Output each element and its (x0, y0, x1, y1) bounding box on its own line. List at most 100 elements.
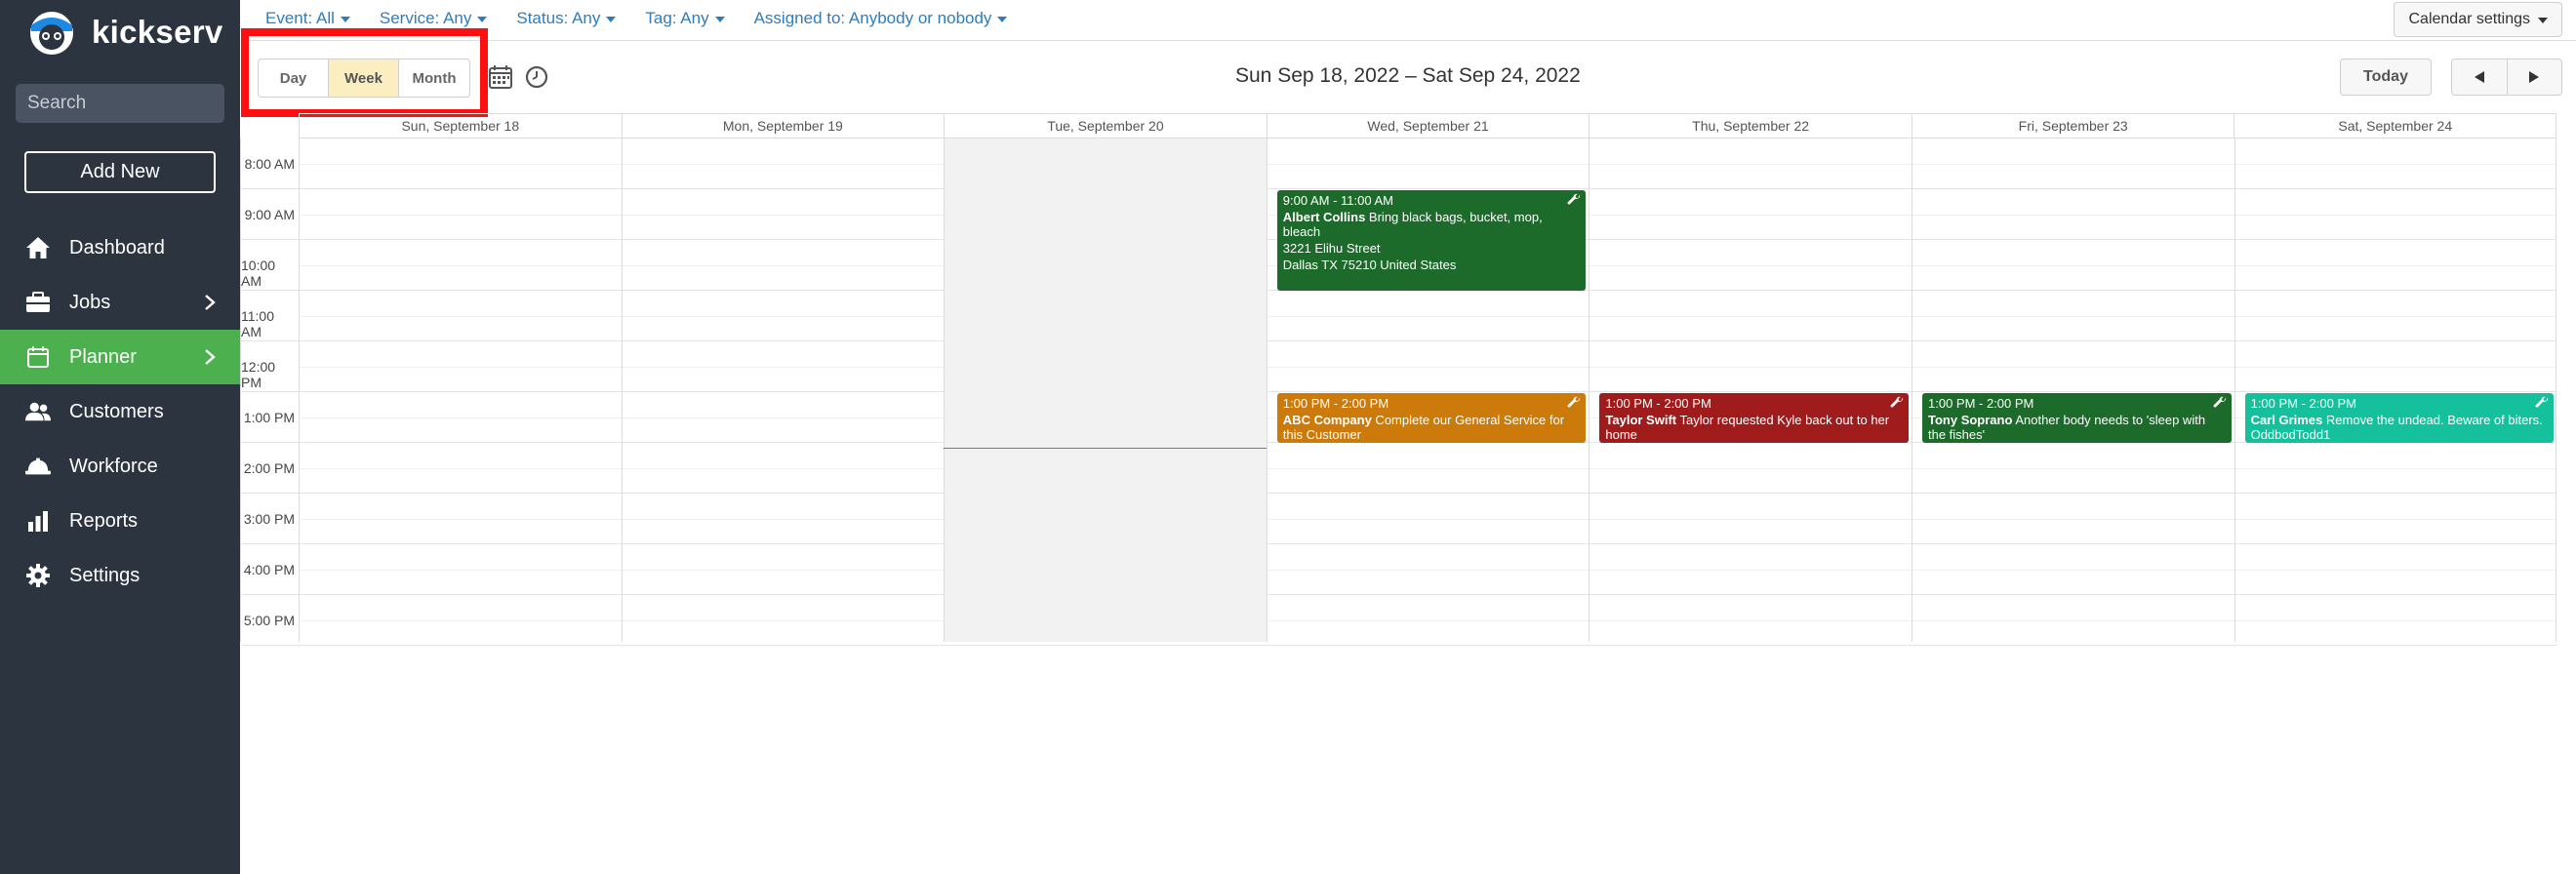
day-header-sat[interactable]: Sat, September 24 (2234, 114, 2557, 138)
sidebar-item-label: Settings (69, 564, 141, 586)
day-column[interactable] (944, 139, 1267, 642)
calendar-event[interactable]: 1:00 PM - 2:00 PM Taylor Swift Taylor req… (1599, 393, 1909, 443)
calendar-event[interactable]: 1:00 PM - 2:00 PM Carl Grimes Remove the … (2244, 393, 2555, 443)
time-slot: 10:00 AM (241, 240, 299, 291)
sidebar-item-label: Planner (69, 345, 137, 368)
sidebar-item-planner[interactable]: Planner (0, 330, 240, 384)
week-nav (2451, 59, 2562, 96)
wrench-icon (1890, 396, 1904, 408)
day-header-sun[interactable]: Sun, September 18 (299, 114, 622, 138)
today-button[interactable]: Today (2340, 59, 2432, 96)
time-slot: 3:00 PM (241, 494, 299, 544)
day-headers: Sun, September 18 Mon, September 19 Tue,… (299, 113, 2557, 139)
event-time: 1:00 PM - 2:00 PM (1928, 396, 2034, 411)
event-customer-name: Albert Collins (1282, 210, 1366, 224)
time-slot: 1:00 PM (241, 392, 299, 443)
day-column[interactable] (1912, 139, 2234, 642)
sidebar: kickserv Add New Dashboard Jobs (0, 0, 266, 874)
day-header-tue[interactable]: Tue, September 20 (944, 114, 1267, 138)
sidebar-item-label: Dashboard (69, 236, 165, 258)
event-description: Taylor Swift Taylor requested Kyle back … (1605, 413, 1903, 442)
sidebar-item-label: Reports (69, 509, 139, 532)
clock-icon[interactable] (524, 64, 549, 90)
hardhat-icon (25, 454, 51, 479)
calendar-body: 9:00 AM - 11:00 AM Albert Collins Bring b… (299, 139, 2557, 646)
filter-event-label: Event: All (265, 9, 335, 27)
event-customer-name: ABC Company (1282, 413, 1372, 427)
time-label: 2:00 PM (243, 460, 295, 476)
caret-down-icon (2538, 18, 2548, 23)
time-column: 8:00 AM 9:00 AM 10:00 AM 11:00 AM 12:00 … (240, 139, 299, 646)
day-column[interactable] (2234, 139, 2557, 642)
sidebar-item-customers[interactable]: Customers (0, 384, 240, 439)
time-label: 12:00 PM (241, 359, 276, 390)
kickserv-logo[interactable]: kickserv (25, 8, 223, 57)
sidebar-item-label: Jobs (69, 291, 111, 313)
day-header-thu[interactable]: Thu, September 22 (1589, 114, 1912, 138)
prev-week-button[interactable] (2452, 60, 2508, 95)
sidebar-item-workforce[interactable]: Workforce (0, 439, 240, 494)
view-week-button[interactable]: Week (329, 60, 399, 97)
day-column[interactable] (299, 139, 622, 642)
calendar-event[interactable]: 1:00 PM - 2:00 PM Tony Soprano Another bo… (1922, 393, 2232, 443)
caret-down-icon (340, 17, 350, 22)
briefcase-icon (25, 290, 51, 315)
caret-down-icon (606, 17, 617, 22)
calendar-grid-icon[interactable] (488, 64, 513, 90)
time-slot: 11:00 AM (241, 291, 299, 341)
sidebar-nav: Dashboard Jobs Planner Customers Workfor… (0, 220, 240, 603)
gear-icon (25, 563, 51, 588)
current-time-line (944, 448, 1267, 450)
next-week-button[interactable] (2508, 60, 2562, 95)
view-month-button[interactable]: Month (399, 60, 469, 97)
filter-service[interactable]: Service: Any (380, 9, 488, 28)
day-header-fri[interactable]: Fri, September 23 (1911, 114, 2234, 138)
time-slot: 8:00 AM (241, 139, 299, 189)
calendar-event[interactable]: 1:00 PM - 2:00 PM ABC Company Complete ou… (1276, 393, 1587, 443)
calendar-settings-button[interactable]: Calendar settings (2394, 2, 2562, 37)
app-name: kickserv (92, 14, 223, 50)
time-label: 10:00 AM (241, 258, 276, 289)
event-customer-name: Carl Grimes (2250, 413, 2323, 427)
chevron-right-icon (205, 349, 216, 365)
home-icon (25, 235, 51, 260)
view-day-button[interactable]: Day (259, 60, 329, 97)
sidebar-item-label: Customers (69, 400, 164, 422)
users-icon (25, 399, 51, 424)
event-address-line: 3221 Elihu Street (1282, 241, 1381, 256)
event-customer-name: Taylor Swift (1605, 413, 1677, 427)
filter-tag-label: Tag: Any (645, 9, 709, 27)
day-header-wed[interactable]: Wed, September 21 (1266, 114, 1590, 138)
time-slot: 2:00 PM (241, 443, 299, 494)
sidebar-item-reports[interactable]: Reports (0, 494, 240, 548)
search-box[interactable] (16, 84, 266, 123)
triangle-right-icon (2529, 71, 2540, 83)
filter-assigned-label: Assigned to: Anybody or nobody (753, 9, 992, 27)
day-column[interactable] (1589, 139, 1912, 642)
event-customer-name: Tony Soprano (1928, 413, 2013, 427)
calendar-event[interactable]: 9:00 AM - 11:00 AM Albert Collins Bring b… (1276, 190, 1587, 291)
sidebar-item-dashboard[interactable]: Dashboard (0, 220, 240, 275)
event-time: 1:00 PM - 2:00 PM (2250, 396, 2356, 411)
sidebar-item-settings[interactable]: Settings (0, 548, 240, 603)
filter-assigned[interactable]: Assigned to: Anybody or nobody (754, 9, 1008, 28)
caret-down-icon (477, 17, 488, 22)
search-input[interactable] (27, 93, 266, 114)
time-label: 4:00 PM (243, 562, 295, 577)
kickserv-logo-icon (30, 12, 73, 55)
day-column[interactable] (621, 139, 945, 642)
calendar-settings-label: Calendar settings (2408, 11, 2530, 27)
time-slot: 5:00 PM (241, 595, 299, 646)
bar-chart-icon (25, 508, 51, 534)
day-header-mon[interactable]: Mon, September 19 (621, 114, 945, 138)
filter-list: Event: All Service: Any Status: Any Tag:… (265, 9, 1008, 28)
filter-event[interactable]: Event: All (265, 9, 350, 28)
filter-tag[interactable]: Tag: Any (645, 9, 725, 28)
add-new-button[interactable]: Add New (24, 151, 216, 193)
event-time: 1:00 PM - 2:00 PM (1282, 396, 1389, 411)
app: kickserv Add New Dashboard Jobs (0, 0, 2576, 874)
sidebar-item-jobs[interactable]: Jobs (0, 275, 240, 330)
event-description: Tony Soprano Another body needs to 'slee… (1928, 413, 2226, 442)
filter-status[interactable]: Status: Any (516, 9, 617, 28)
wrench-icon (1567, 193, 1581, 205)
